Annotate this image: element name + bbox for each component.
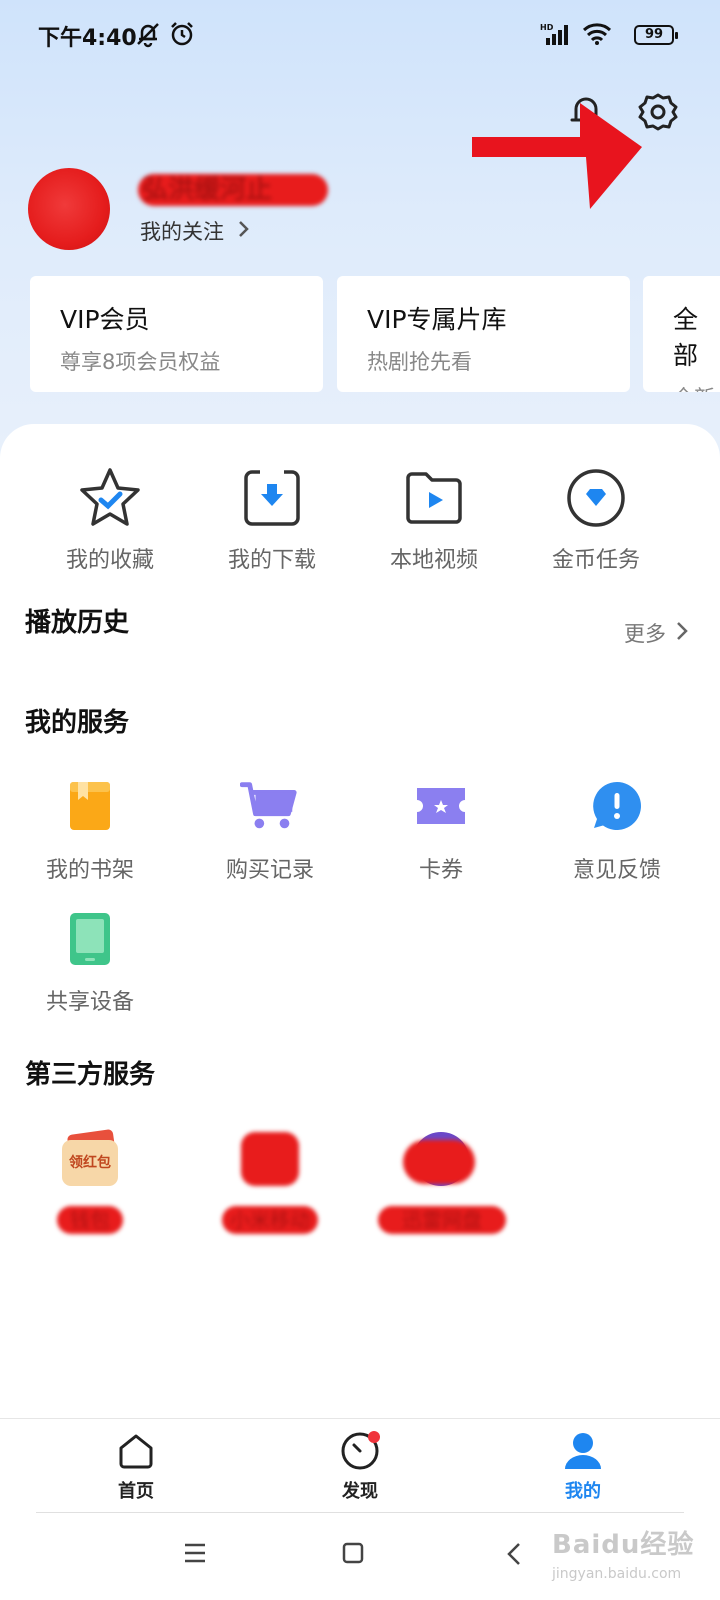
history-more-link[interactable]: 更多 (624, 618, 688, 648)
quick-action-coin-tasks[interactable]: 金币任务 (526, 466, 666, 574)
watermark-url: jingyan.baidu.com (552, 1566, 682, 1582)
vip-card-title: VIP专属片库 (367, 305, 507, 334)
status-time: 下午4:40 (38, 26, 137, 51)
nav-label: 首页 (118, 1481, 154, 1502)
folder-play-icon (364, 466, 504, 530)
home-icon (76, 1431, 196, 1471)
vip-card-title: VIP会员 (60, 305, 150, 334)
mute-bell-icon (134, 20, 162, 52)
third-party-label: 迅雷网盘 (378, 1206, 506, 1234)
wifi-icon (582, 22, 612, 50)
compass-icon (300, 1431, 420, 1471)
service-label: 共享设备 (45, 990, 134, 1015)
red-packet-badge: 领红包 (62, 1140, 118, 1186)
third-party-mi-mobile[interactable]: 小米移动 (180, 1132, 360, 1234)
battery-indicator: 99 (634, 25, 678, 45)
signal-icon: HD (540, 22, 576, 50)
alarm-icon (168, 20, 196, 52)
red-packet-icon: 领红包 (62, 1128, 118, 1186)
third-party-wallet[interactable]: 领红包 钱包 (0, 1128, 180, 1234)
device-icon (60, 906, 120, 972)
menu-icon[interactable] (184, 1542, 206, 1568)
service-feedback[interactable]: 意见反馈 (527, 776, 707, 884)
mi-mobile-icon (241, 1132, 299, 1186)
nav-discover[interactable]: 发现 (300, 1431, 420, 1503)
service-purchase-history[interactable]: 购买记录 (180, 776, 360, 884)
nav-label: 我的 (565, 1481, 601, 1502)
home-button-icon[interactable] (342, 1542, 364, 1568)
ticket-icon (411, 776, 471, 836)
cart-icon (240, 776, 300, 836)
quick-action-label: 金币任务 (551, 548, 640, 573)
services-title: 我的服务 (25, 708, 130, 738)
nav-divider (36, 1512, 684, 1513)
quick-action-label: 我的下载 (227, 548, 316, 573)
quick-action-downloads[interactable]: 我的下载 (202, 466, 342, 574)
nav-label: 发现 (342, 1481, 378, 1502)
service-bookshelf[interactable]: 我的书架 (0, 776, 180, 884)
star-icon (40, 466, 180, 530)
third-party-title: 第三方服务 (25, 1060, 156, 1090)
header-background (0, 0, 720, 470)
service-label: 购买记录 (225, 858, 314, 883)
notification-dot (368, 1431, 380, 1443)
service-label: 卡券 (418, 858, 463, 883)
history-title: 播放历史 (25, 608, 130, 638)
bottom-nav: 首页 发现 我的 (0, 1418, 720, 1514)
third-party-label: 小米移动 (222, 1206, 318, 1234)
bookshelf-icon (60, 776, 120, 836)
vip-card-all[interactable]: 全部 全新 (643, 276, 720, 392)
user-icon (523, 1431, 643, 1471)
nav-home[interactable]: 首页 (76, 1431, 196, 1503)
username[interactable]: 弘洪缓河止 (138, 174, 328, 206)
quick-action-favorites[interactable]: 我的收藏 (40, 466, 180, 574)
avatar[interactable] (28, 168, 110, 250)
annotation-arrow-icon (470, 85, 650, 219)
download-icon (202, 466, 342, 530)
vip-card-title: 全部 (673, 305, 699, 370)
back-icon[interactable] (506, 1542, 522, 1570)
xunlei-icon (403, 1132, 475, 1186)
vip-card-subtitle: 全新 (673, 382, 720, 392)
service-label: 意见反馈 (572, 858, 661, 883)
service-label: 我的书架 (45, 858, 134, 883)
diamond-icon (526, 466, 666, 530)
chevron-right-icon (676, 621, 688, 646)
chevron-right-icon (238, 219, 250, 243)
more-label: 更多 (624, 622, 666, 646)
third-party-xunlei-drive[interactable]: 迅雷网盘 (352, 1132, 532, 1234)
service-coupons[interactable]: 卡券 (351, 776, 531, 884)
quick-action-label: 我的收藏 (65, 548, 154, 573)
status-bar: 下午4:40 HD 99 (0, 0, 720, 70)
signal-hd-label: HD (540, 23, 554, 32)
follow-link[interactable]: 我的关注 (140, 216, 250, 246)
watermark-brand: Baidu经验 (552, 1530, 695, 1560)
vip-card-subtitle: 热剧抢先看 (367, 350, 472, 374)
follow-label: 我的关注 (140, 220, 224, 244)
feedback-icon (587, 776, 647, 836)
vip-card-subtitle: 尊享8项会员权益 (60, 350, 221, 374)
nav-mine[interactable]: 我的 (523, 1431, 643, 1503)
third-party-label: 钱包 (57, 1206, 123, 1234)
service-shared-devices[interactable]: 共享设备 (0, 906, 180, 1016)
quick-action-label: 本地视频 (389, 548, 478, 573)
vip-card-membership[interactable]: VIP会员 尊享8项会员权益 (30, 276, 323, 392)
vip-card-library[interactable]: VIP专属片库 热剧抢先看 (337, 276, 630, 392)
quick-action-local-video[interactable]: 本地视频 (364, 466, 504, 574)
